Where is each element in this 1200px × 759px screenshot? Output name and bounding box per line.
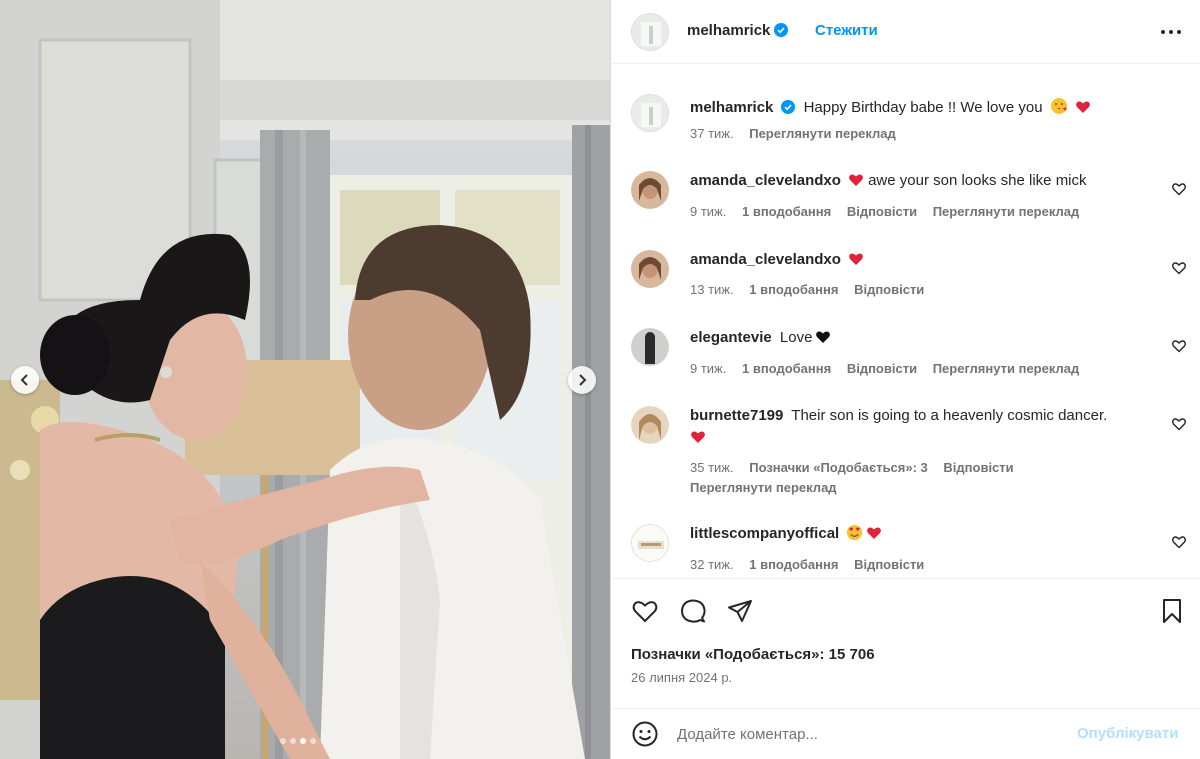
caption-username[interactable]: melhamrick bbox=[690, 99, 773, 116]
comment-text: Love bbox=[779, 329, 813, 346]
more-options-icon[interactable] bbox=[1159, 22, 1183, 42]
post-date: 26 липня 2024 р. bbox=[631, 670, 733, 685]
red-heart-emoji-icon bbox=[867, 527, 882, 539]
comment-like-heart-icon[interactable] bbox=[1171, 534, 1187, 550]
caption-time: 37 тиж. bbox=[690, 126, 734, 141]
add-comment-bar: Опублікувати bbox=[611, 708, 1200, 759]
red-heart-emoji-icon bbox=[849, 253, 863, 265]
comment-likes-count[interactable]: 1 вподобання bbox=[749, 282, 838, 297]
avatar-image bbox=[632, 14, 668, 50]
comment-likes-count[interactable]: 1 вподобання bbox=[742, 361, 831, 376]
comment-like-heart-icon[interactable] bbox=[1171, 416, 1187, 432]
carousel-prev-button[interactable] bbox=[11, 366, 39, 394]
reply-button[interactable]: Відповісти bbox=[847, 361, 917, 376]
chevron-right-icon bbox=[579, 374, 587, 386]
comment-like-heart-icon[interactable] bbox=[1171, 181, 1187, 197]
comment-likes-count[interactable]: Позначки «Подобається»: 3 bbox=[749, 460, 928, 475]
commenter-avatar[interactable] bbox=[631, 171, 669, 209]
post-detail-panel: melhamrick Стежити melhamrick Happy Birt… bbox=[610, 0, 1200, 759]
comment-meta-translation: Переглянути переклад bbox=[690, 480, 849, 495]
heart-eyes-emoji-icon bbox=[847, 524, 863, 541]
author-avatar[interactable] bbox=[631, 94, 669, 132]
comment-input[interactable] bbox=[677, 723, 1057, 745]
heart-outline-icon[interactable] bbox=[631, 597, 659, 625]
carousel-dot bbox=[290, 738, 296, 744]
kissing-face-emoji-icon bbox=[1050, 98, 1067, 114]
comment-meta: 9 тиж. 1 вподобання Відповісти Перегляну… bbox=[690, 361, 1091, 376]
carousel-dot-active bbox=[300, 738, 306, 744]
comment-like-heart-icon[interactable] bbox=[1171, 338, 1187, 354]
comment-meta: 35 тиж. Позначки «Подобається»: 3 Відпов… bbox=[690, 460, 1026, 475]
carousel-next-button[interactable] bbox=[568, 366, 596, 394]
reply-button[interactable]: Відповісти bbox=[943, 460, 1013, 475]
comment-username[interactable]: burnette7199 bbox=[690, 407, 783, 424]
comment-like-heart-icon[interactable] bbox=[1171, 260, 1187, 276]
black-heart-emoji-icon bbox=[816, 331, 831, 343]
commenter-avatar[interactable] bbox=[631, 406, 669, 444]
post-photo-illustration bbox=[0, 0, 610, 759]
verified-badge-icon bbox=[781, 100, 796, 114]
comment-text: awe your son looks she like mick bbox=[868, 172, 1087, 189]
comment-username[interactable]: amanda_clevelandxo bbox=[690, 251, 841, 268]
avatar-image bbox=[631, 328, 669, 366]
commenter-avatar[interactable] bbox=[631, 250, 669, 288]
comment-bubble-icon[interactable] bbox=[679, 597, 707, 625]
commenter-avatar[interactable] bbox=[631, 524, 669, 562]
comment-time: 9 тиж. bbox=[690, 204, 727, 219]
comment-time: 13 тиж. bbox=[690, 282, 734, 297]
comment-likes-count[interactable]: 1 вподобання bbox=[742, 204, 831, 219]
comment-time: 35 тиж. bbox=[690, 460, 734, 475]
carousel-dot bbox=[280, 738, 286, 744]
author-username-text[interactable]: melhamrick bbox=[687, 22, 770, 39]
see-translation-link[interactable]: Переглянути переклад bbox=[690, 480, 837, 495]
comment-likes-count[interactable]: 1 вподобання bbox=[749, 557, 838, 572]
carousel-indicator bbox=[280, 738, 316, 744]
comment-time: 9 тиж. bbox=[690, 361, 727, 376]
avatar-image bbox=[632, 525, 668, 561]
post-header: melhamrick Стежити bbox=[611, 0, 1200, 64]
red-heart-emoji-icon bbox=[1076, 101, 1090, 113]
caption-text: Happy Birthday babe !! We love you bbox=[803, 99, 1043, 116]
avatar-image bbox=[631, 250, 669, 288]
likes-count[interactable]: Позначки «Подобається»: 15 706 bbox=[631, 646, 875, 663]
chevron-left-icon bbox=[20, 374, 28, 386]
commenter-avatar[interactable] bbox=[631, 328, 669, 366]
comment-meta: 32 тиж. 1 вподобання Відповісти bbox=[690, 557, 936, 572]
verified-badge-icon bbox=[774, 23, 789, 37]
see-translation-link[interactable]: Переглянути переклад bbox=[933, 361, 1080, 376]
caption-meta: 37 тиж. Переглянути переклад bbox=[690, 126, 908, 141]
reply-button[interactable]: Відповісти bbox=[854, 282, 924, 297]
see-translation-link[interactable]: Переглянути переклад bbox=[749, 126, 896, 141]
carousel-dot bbox=[310, 738, 316, 744]
avatar-image bbox=[631, 406, 669, 444]
red-heart-emoji-icon bbox=[691, 431, 705, 443]
avatar-image bbox=[632, 95, 668, 131]
comment-username[interactable]: amanda_clevelandxo bbox=[690, 172, 841, 189]
comment-text: Their son is going to a heavenly cosmic … bbox=[791, 407, 1108, 424]
comment-meta: 9 тиж. 1 вподобання Відповісти Перегляну… bbox=[690, 204, 1091, 219]
smiley-icon[interactable] bbox=[631, 720, 659, 748]
post-comment-button[interactable]: Опублікувати bbox=[1077, 725, 1178, 742]
comment-meta: 13 тиж. 1 вподобання Відповісти bbox=[690, 282, 936, 297]
post-photo[interactable] bbox=[0, 0, 610, 759]
avatar-image bbox=[631, 171, 669, 209]
comment-username[interactable]: littlescompanyoffical bbox=[690, 525, 839, 542]
paper-plane-icon[interactable] bbox=[726, 597, 754, 625]
bookmark-icon[interactable] bbox=[1158, 597, 1186, 625]
red-heart-emoji-icon bbox=[849, 174, 863, 186]
comment-username[interactable]: elegantevie bbox=[690, 329, 772, 346]
comment-time: 32 тиж. bbox=[690, 557, 734, 572]
reply-button[interactable]: Відповісти bbox=[847, 204, 917, 219]
author-avatar[interactable] bbox=[631, 13, 669, 51]
see-translation-link[interactable]: Переглянути переклад bbox=[933, 204, 1080, 219]
post-actions: Позначки «Подобається»: 15 706 26 липня … bbox=[611, 578, 1200, 708]
author-username[interactable]: melhamrick bbox=[687, 22, 789, 39]
reply-button[interactable]: Відповісти bbox=[854, 557, 924, 572]
follow-button[interactable]: Стежити bbox=[815, 22, 878, 39]
